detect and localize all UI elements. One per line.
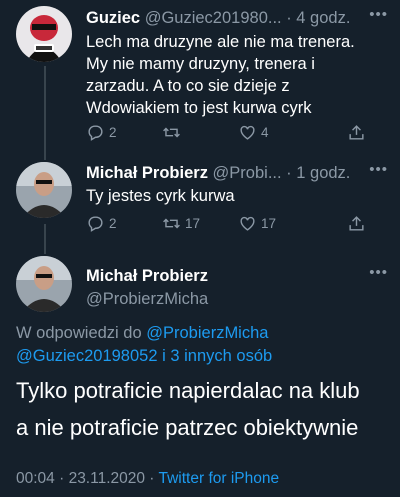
reply-button[interactable]: 2 [86,123,162,142]
reply-count: 2 [109,215,117,231]
reply-prefix: W odpowiedzi do [16,324,147,342]
timestamp[interactable]: · 4 godz. [286,9,350,27]
retweet-icon [163,127,180,137]
author-handle[interactable]: @Probi... [213,164,282,182]
reply-bubble-icon [88,124,103,141]
reply-context: W odpowiedzi do @ProbierzMicha @Guziec20… [16,322,384,368]
share-button[interactable] [347,123,370,142]
avatar[interactable] [16,162,72,218]
share-button[interactable] [347,214,370,233]
author-name[interactable]: Guziec [86,9,140,27]
author-handle[interactable]: @ProbierzMicha [86,289,388,309]
tweet-actions: 2 4 [86,120,370,144]
tweet-text: Lech ma druzyne ale nie ma trenera. My n… [86,31,384,119]
mention-link[interactable]: @ProbierzMicha [146,324,268,342]
tweet-date: · 23.11.2020 · [54,470,159,487]
avatar[interactable] [16,6,72,62]
more-dots-icon[interactable]: ••• [369,6,388,23]
more-dots-icon[interactable]: ••• [369,161,388,178]
text-line: a nie potraficie patrzec obiektywnie [16,415,359,440]
text-line: Wdowiakiem to jest kurwa cyrk [86,99,312,117]
like-count: 4 [261,124,269,140]
heart-icon [240,125,255,140]
timestamp[interactable]: · 1 godz. [286,164,350,182]
main-tweet-text: Tylko potraficie napierdalac na klub a n… [16,375,388,443]
share-icon [349,215,364,231]
reply-bubble-icon [88,215,103,232]
more-dots-icon[interactable]: ••• [369,264,388,281]
thread-connector [44,66,46,160]
text-line: Ty jestes cyrk kurwa [86,187,235,205]
more-recipients-link[interactable]: i 3 innych osób [158,347,272,365]
tweet-text: Ty jestes cyrk kurwa [86,185,384,207]
text-line: My nie mamy druzyny, trenera i [86,55,315,73]
author-handle[interactable]: @Guziec201980... [145,9,282,27]
retweet-button[interactable]: 17 [162,214,238,233]
text-line: Tylko potraficie napierdalac na klub [16,378,360,403]
heart-icon [240,216,255,231]
tweet-actions: 2 17 17 [86,211,370,235]
avatar[interactable] [16,256,72,312]
like-button[interactable]: 17 [238,214,314,233]
retweet-icon [163,218,180,228]
retweet-count: 17 [185,215,201,231]
like-count: 17 [261,215,277,231]
mention-link[interactable]: @Guziec20198052 [16,347,158,365]
retweet-button[interactable] [162,123,238,142]
reply-count: 2 [109,124,117,140]
reply-button[interactable]: 2 [86,214,162,233]
author-name[interactable]: Michał Probierz [86,164,208,182]
source-link[interactable]: Twitter for iPhone [159,470,280,487]
thread-connector [44,224,46,254]
tweet-time[interactable]: 00:04 [16,470,55,487]
like-button[interactable]: 4 [238,123,314,142]
author-name[interactable]: Michał Probierz [86,266,388,286]
text-line: Lech ma druzyne ale nie ma trenera. [86,33,355,51]
tweet-metadata: 00:04 · 23.11.2020 · Twitter for iPhone [16,470,279,488]
text-line: zarzadu. A to co sie dzieje z [86,77,290,95]
share-icon [349,124,364,140]
